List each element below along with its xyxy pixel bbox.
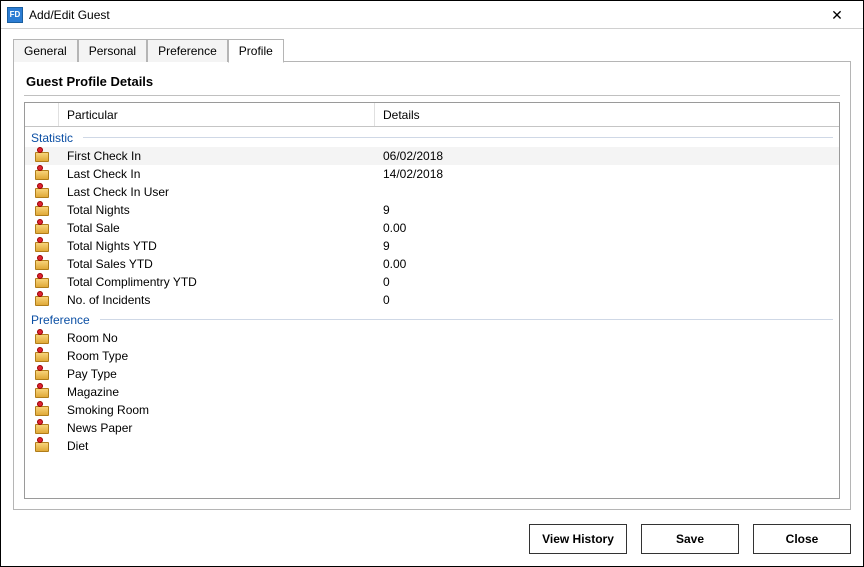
group-label: Preference: [31, 313, 96, 327]
cell-particular: Total Complimentry YTD: [59, 275, 375, 289]
table-row[interactable]: News Paper: [25, 419, 839, 437]
cell-details: 0.00: [375, 221, 839, 235]
table-row[interactable]: No. of Incidents0: [25, 291, 839, 309]
table-row[interactable]: Last Check In14/02/2018: [25, 165, 839, 183]
cell-particular: First Check In: [59, 149, 375, 163]
close-icon[interactable]: ✕: [817, 4, 857, 26]
tab-personal[interactable]: Personal: [78, 39, 147, 62]
row-icon-cell: [25, 186, 59, 198]
guest-folder-icon: [35, 276, 49, 288]
table-row[interactable]: Total Complimentry YTD0: [25, 273, 839, 291]
tab-preference[interactable]: Preference: [147, 39, 228, 62]
cell-particular: Room No: [59, 331, 375, 345]
cell-details: 06/02/2018: [375, 149, 839, 163]
grid-body[interactable]: StatisticFirst Check In06/02/2018Last Ch…: [25, 127, 839, 498]
profile-grid: Particular Details Statistic First Check …: [24, 102, 840, 499]
guest-folder-icon: [35, 422, 49, 434]
cell-particular: Total Nights YTD: [59, 239, 375, 253]
guest-folder-icon: [35, 222, 49, 234]
row-icon-cell: [25, 294, 59, 306]
cell-details: 0: [375, 275, 839, 289]
grid-header: Particular Details: [25, 103, 839, 127]
cell-particular: Last Check In: [59, 167, 375, 181]
close-button[interactable]: Close: [753, 524, 851, 554]
tab-panel-profile: Guest Profile Details Particular Details…: [13, 61, 851, 510]
table-row[interactable]: Total Sale0.00: [25, 219, 839, 237]
tabstrip: General Personal Preference Profile: [13, 39, 851, 62]
cell-particular: Total Sale: [59, 221, 375, 235]
cell-particular: Total Nights: [59, 203, 375, 217]
table-row[interactable]: First Check In06/02/2018: [25, 147, 839, 165]
row-icon-cell: [25, 368, 59, 380]
table-row[interactable]: Magazine: [25, 383, 839, 401]
save-button[interactable]: Save: [641, 524, 739, 554]
cell-particular: News Paper: [59, 421, 375, 435]
table-row[interactable]: Diet: [25, 437, 839, 455]
cell-particular: Diet: [59, 439, 375, 453]
guest-folder-icon: [35, 368, 49, 380]
row-icon-cell: [25, 204, 59, 216]
tab-general[interactable]: General: [13, 39, 78, 62]
guest-folder-icon: [35, 150, 49, 162]
group-label: Statistic: [31, 131, 79, 145]
guest-folder-icon: [35, 168, 49, 180]
row-icon-cell: [25, 168, 59, 180]
guest-folder-icon: [35, 240, 49, 252]
col-header-details[interactable]: Details: [375, 103, 839, 126]
row-icon-cell: [25, 350, 59, 362]
group-header[interactable]: Statistic: [25, 127, 839, 147]
guest-folder-icon: [35, 204, 49, 216]
table-row[interactable]: Total Sales YTD0.00: [25, 255, 839, 273]
cell-particular: Magazine: [59, 385, 375, 399]
table-row[interactable]: Last Check In User: [25, 183, 839, 201]
cell-details: 9: [375, 239, 839, 253]
cell-details: 0.00: [375, 257, 839, 271]
guest-folder-icon: [35, 258, 49, 270]
row-icon-cell: [25, 422, 59, 434]
col-header-particular[interactable]: Particular: [59, 103, 375, 126]
guest-folder-icon: [35, 386, 49, 398]
row-icon-cell: [25, 276, 59, 288]
table-row[interactable]: Pay Type: [25, 365, 839, 383]
group-header[interactable]: Preference: [25, 309, 839, 329]
titlebar: FD Add/Edit Guest ✕: [1, 1, 863, 29]
dialog-body: General Personal Preference Profile Gues…: [1, 29, 863, 566]
cell-particular: Pay Type: [59, 367, 375, 381]
dialog-footer: View History Save Close: [13, 510, 851, 554]
window-title: Add/Edit Guest: [29, 8, 817, 22]
cell-particular: Smoking Room: [59, 403, 375, 417]
row-icon-cell: [25, 440, 59, 452]
row-icon-cell: [25, 404, 59, 416]
panel-title: Guest Profile Details: [24, 70, 840, 96]
table-row[interactable]: Total Nights9: [25, 201, 839, 219]
dialog-window: FD Add/Edit Guest ✕ General Personal Pre…: [0, 0, 864, 567]
table-row[interactable]: Room Type: [25, 347, 839, 365]
row-icon-cell: [25, 332, 59, 344]
guest-folder-icon: [35, 350, 49, 362]
table-row[interactable]: Smoking Room: [25, 401, 839, 419]
row-icon-cell: [25, 258, 59, 270]
col-header-icon[interactable]: [25, 103, 59, 126]
cell-details: 0: [375, 293, 839, 307]
cell-particular: Last Check In User: [59, 185, 375, 199]
table-row[interactable]: Total Nights YTD9: [25, 237, 839, 255]
row-icon-cell: [25, 150, 59, 162]
cell-particular: No. of Incidents: [59, 293, 375, 307]
tab-profile[interactable]: Profile: [228, 39, 284, 63]
table-row[interactable]: Room No: [25, 329, 839, 347]
row-icon-cell: [25, 240, 59, 252]
guest-folder-icon: [35, 294, 49, 306]
row-icon-cell: [25, 222, 59, 234]
cell-particular: Room Type: [59, 349, 375, 363]
view-history-button[interactable]: View History: [529, 524, 627, 554]
app-icon: FD: [7, 7, 23, 23]
guest-folder-icon: [35, 186, 49, 198]
row-icon-cell: [25, 386, 59, 398]
guest-folder-icon: [35, 440, 49, 452]
guest-folder-icon: [35, 404, 49, 416]
cell-details: 9: [375, 203, 839, 217]
guest-folder-icon: [35, 332, 49, 344]
cell-details: 14/02/2018: [375, 167, 839, 181]
cell-particular: Total Sales YTD: [59, 257, 375, 271]
